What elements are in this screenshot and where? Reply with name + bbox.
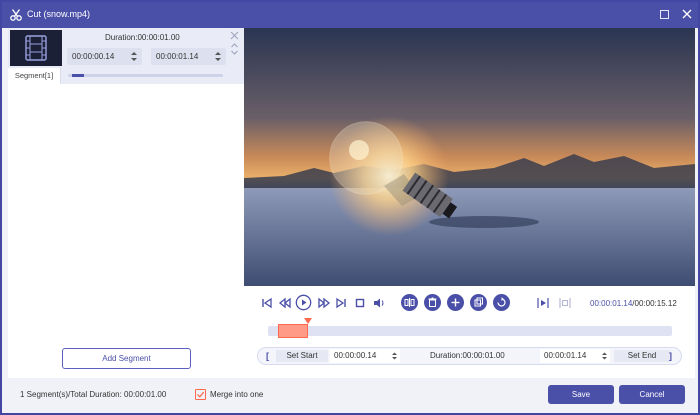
segment-duration: Duration:00:00:01.00 — [105, 33, 180, 42]
split-button[interactable] — [401, 294, 418, 311]
stepper-arrows-icon[interactable] — [601, 351, 608, 361]
copy-icon — [474, 297, 483, 307]
reset-icon — [497, 297, 506, 307]
title-bar: Cut (snow.mp4) — [2, 2, 698, 28]
delete-segment-button[interactable] — [424, 294, 441, 311]
skip-start-icon[interactable] — [260, 296, 274, 310]
split-icon — [404, 298, 415, 307]
total-time: 00:00:15.12 — [634, 299, 677, 308]
volume-icon[interactable] — [372, 296, 386, 310]
plus-icon — [451, 298, 460, 307]
fit-frame-icon[interactable] — [558, 296, 572, 310]
current-time: 00:00:01.14 — [590, 299, 633, 308]
cancel-button[interactable]: Cancel — [619, 385, 685, 404]
selected-range[interactable] — [278, 324, 308, 338]
next-frame-icon[interactable] — [317, 296, 331, 310]
segment-start-value: 00:00:00.14 — [72, 52, 115, 61]
add-button[interactable] — [447, 294, 464, 311]
segment-end-value: 00:00:01.14 — [156, 52, 199, 61]
range-controls: [ Set Start 00:00:00.14 Duration:00:00:0… — [257, 347, 682, 365]
cut-dialog: Cut (snow.mp4) Segment[1] Duration:00:00… — [0, 0, 700, 415]
segment-item[interactable]: Segment[1] Duration:00:00:01.00 00:00:00… — [8, 28, 244, 84]
maximize-button[interactable] — [660, 10, 669, 19]
segment-start-stepper[interactable]: 00:00:00.14 — [67, 48, 142, 65]
skip-end-icon[interactable] — [334, 296, 348, 310]
video-preview — [244, 28, 695, 286]
time-readout: 00:00:01.14/00:00:15.12 — [590, 299, 677, 308]
preview-segment-icon[interactable] — [536, 296, 550, 310]
trash-icon — [428, 297, 437, 307]
segments-summary: 1 Segment(s)/Total Duration: 00:00:01.00 — [20, 390, 167, 399]
reorder-segment-icon[interactable] — [230, 42, 239, 56]
end-time-field[interactable]: 00:00:01.14 — [540, 349, 610, 363]
end-bracket-icon: ] — [669, 351, 672, 361]
copy-segment-button[interactable] — [470, 294, 487, 311]
playhead-marker[interactable] — [304, 318, 312, 324]
segment-thumbnail — [10, 30, 62, 66]
window-title: Cut (snow.mp4) — [27, 9, 91, 19]
stepper-arrows-icon[interactable] — [391, 351, 398, 361]
set-end-button[interactable]: Set End — [614, 350, 670, 362]
merge-label[interactable]: Merge into one — [210, 390, 263, 399]
stepper-arrows-icon[interactable] — [130, 51, 138, 62]
segment-label: Segment[1] — [8, 68, 61, 84]
end-time-value: 00:00:01.14 — [544, 351, 587, 360]
start-bracket-icon: [ — [266, 351, 269, 361]
merge-checkbox[interactable] — [195, 389, 206, 400]
scissors-icon — [10, 9, 22, 21]
segment-progress-fill — [72, 74, 84, 77]
start-time-field[interactable]: 00:00:00.14 — [330, 349, 400, 363]
stepper-arrows-icon[interactable] — [214, 51, 222, 62]
segment-list-panel: Segment[1] Duration:00:00:01.00 00:00:00… — [8, 28, 244, 378]
add-segment-button[interactable]: Add Segment — [62, 348, 191, 369]
segment-end-stepper[interactable]: 00:00:01.14 — [151, 48, 226, 65]
range-duration: Duration:00:00:01.00 — [430, 351, 505, 360]
checkmark-icon — [197, 391, 205, 398]
stop-icon[interactable] — [353, 296, 367, 310]
timeline-track[interactable] — [268, 318, 672, 338]
footer-bar: 1 Segment(s)/Total Duration: 00:00:01.00… — [2, 380, 698, 413]
film-icon — [25, 35, 47, 61]
remove-segment-icon[interactable] — [230, 31, 239, 40]
save-button[interactable]: Save — [548, 385, 614, 404]
close-icon[interactable] — [680, 7, 694, 21]
play-icon[interactable] — [295, 294, 312, 311]
reset-button[interactable] — [493, 294, 510, 311]
video-frame — [244, 28, 695, 286]
start-time-value: 00:00:00.14 — [334, 351, 377, 360]
segment-progress-track — [68, 74, 223, 77]
set-start-button[interactable]: Set Start — [276, 350, 328, 362]
prev-frame-icon[interactable] — [278, 296, 292, 310]
